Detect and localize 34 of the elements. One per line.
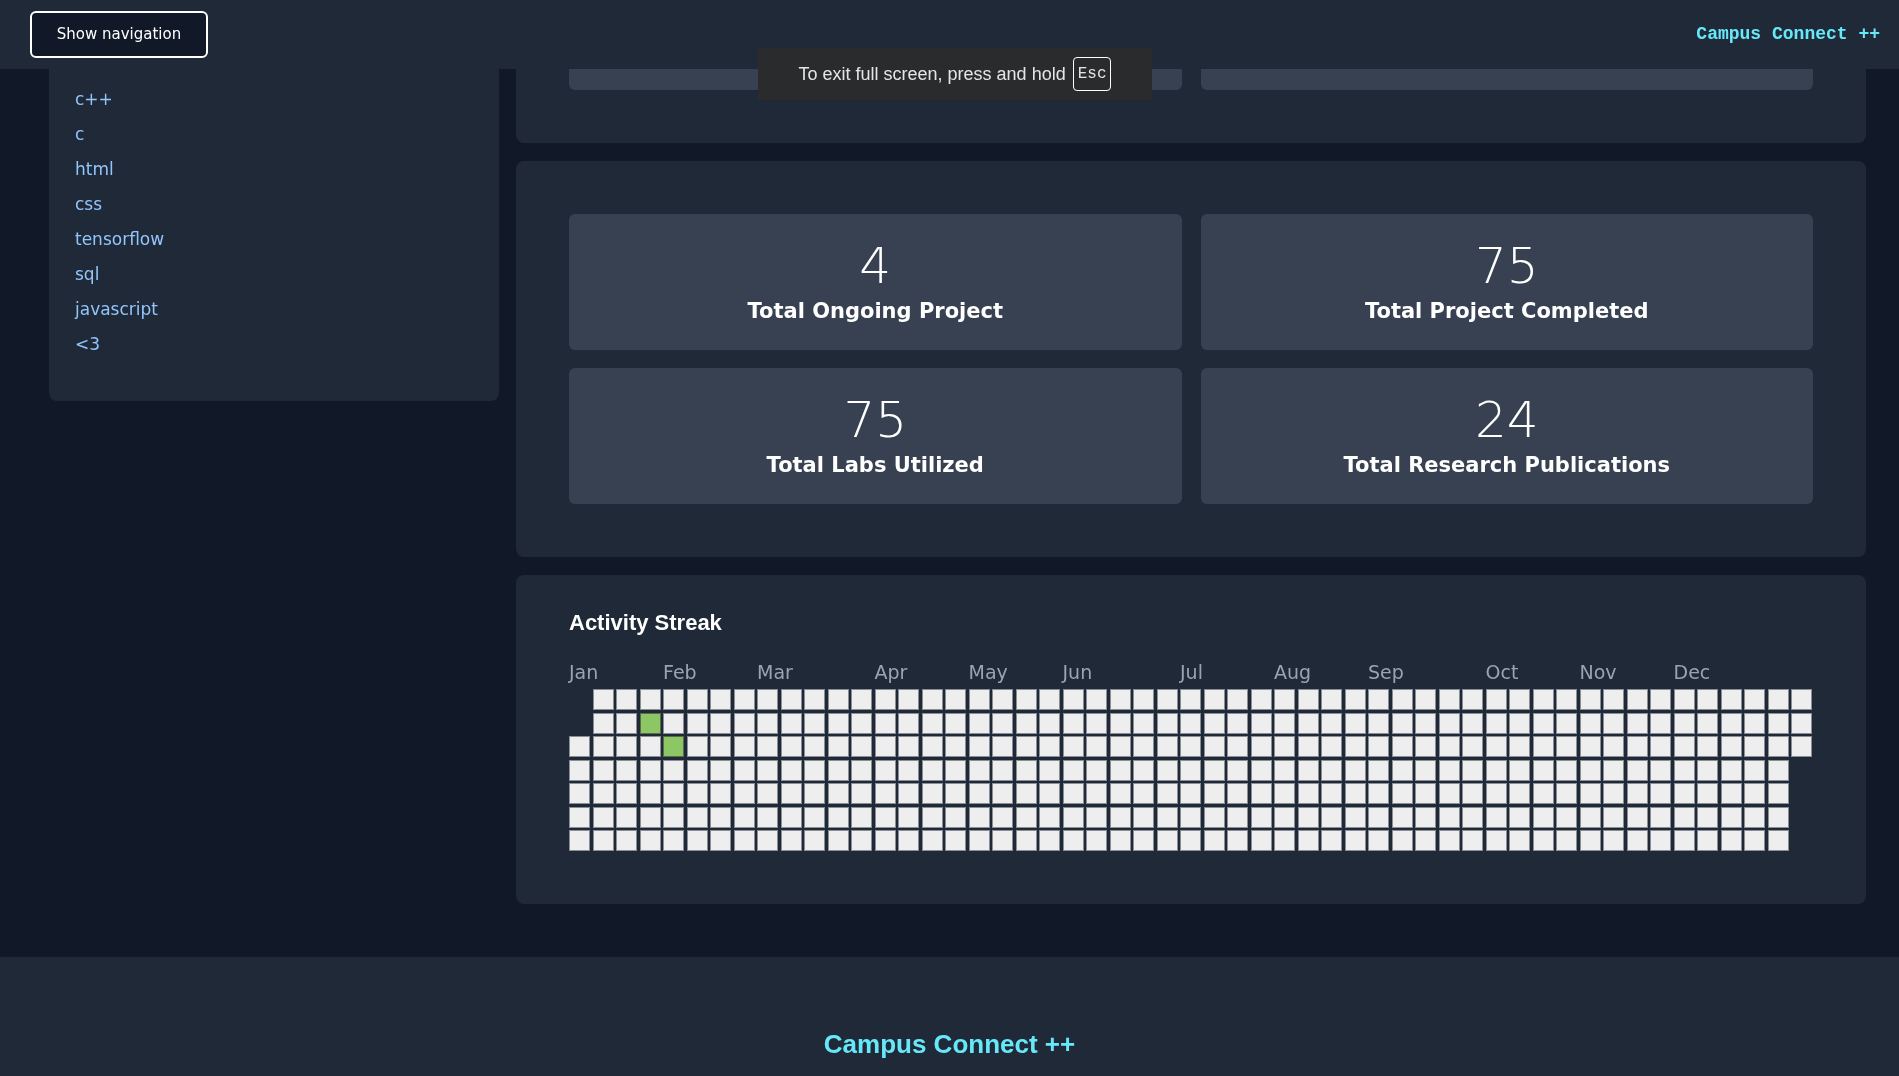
sidebar-link[interactable]: <3 — [75, 327, 101, 362]
month-label: Jan — [569, 660, 600, 684]
month-label: Dec — [1673, 660, 1712, 684]
month-label: Sep — [1368, 660, 1405, 684]
sidebar-link[interactable]: tensorflow — [75, 222, 165, 257]
stat-label: Total Research Publications — [1343, 452, 1671, 479]
month-label: Jun — [1062, 660, 1094, 684]
stat-label: Total Ongoing Project — [747, 298, 1003, 325]
month-label: May — [968, 660, 1009, 684]
brand-title: Campus Connect ++ — [1696, 23, 1880, 46]
stat-label: Total Project Completed — [1364, 298, 1649, 325]
show-navigation-button[interactable]: Show navigation — [30, 11, 208, 58]
sidebar-link[interactable]: css — [75, 187, 103, 222]
sidebar-link[interactable]: sql — [75, 257, 100, 292]
month-label: Mar — [757, 660, 794, 684]
section-title: Activity Streak — [569, 609, 723, 637]
sidebar-link[interactable]: c++ — [75, 82, 113, 117]
stat-value: 24 — [1474, 392, 1539, 448]
footer-brand: Campus Connect ++ — [823, 1028, 1076, 1061]
toast-message: To exit full screen, press and hold — [798, 62, 1066, 86]
month-label: Oct — [1485, 660, 1520, 684]
stat-value: 75 — [1474, 238, 1539, 294]
month-label: Nov — [1579, 660, 1618, 684]
sidebar-link[interactable]: html — [75, 152, 114, 187]
month-label: Apr — [874, 660, 909, 684]
sidebar-link[interactable]: javascript — [75, 292, 158, 327]
stat-value: 75 — [843, 392, 908, 448]
key-label: Esc — [1072, 57, 1112, 91]
sidebar-link[interactable]: c — [75, 117, 85, 152]
stat-label: Total Labs Utilized — [766, 452, 984, 479]
month-label: Jul — [1180, 660, 1204, 684]
month-label: Aug — [1274, 660, 1313, 684]
month-label: Feb — [663, 660, 698, 684]
stat-value: 4 — [859, 238, 892, 294]
